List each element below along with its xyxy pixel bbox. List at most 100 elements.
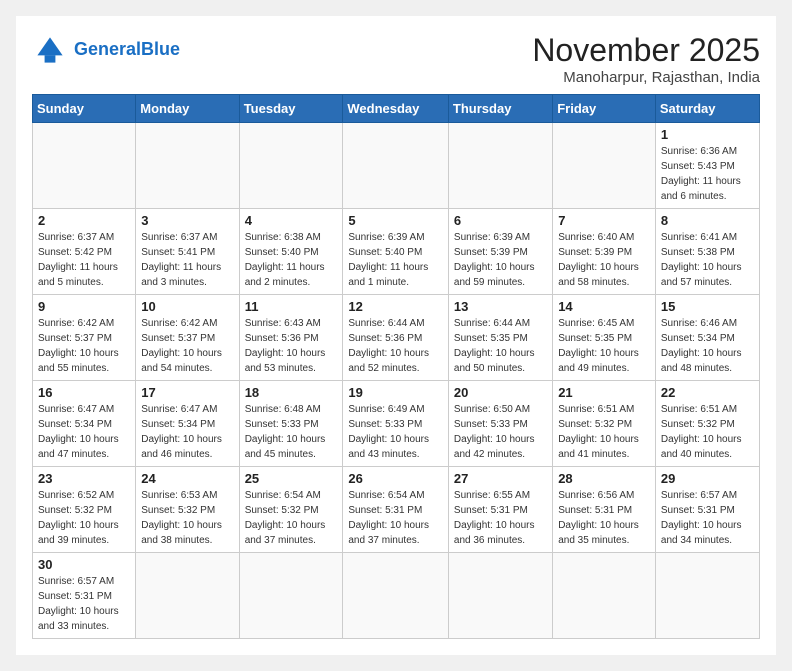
- calendar-cell: 2Sunrise: 6:37 AM Sunset: 5:42 PM Daylig…: [33, 209, 136, 295]
- day-number: 10: [141, 299, 233, 314]
- day-info: Sunrise: 6:51 AM Sunset: 5:32 PM Dayligh…: [661, 402, 754, 462]
- day-info: Sunrise: 6:44 AM Sunset: 5:36 PM Dayligh…: [348, 316, 443, 376]
- day-info: Sunrise: 6:54 AM Sunset: 5:32 PM Dayligh…: [245, 488, 338, 548]
- day-info: Sunrise: 6:47 AM Sunset: 5:34 PM Dayligh…: [38, 402, 130, 462]
- calendar-cell: 18Sunrise: 6:48 AM Sunset: 5:33 PM Dayli…: [239, 381, 343, 467]
- calendar-cell: 11Sunrise: 6:43 AM Sunset: 5:36 PM Dayli…: [239, 295, 343, 381]
- day-number: 4: [245, 213, 338, 228]
- day-info: Sunrise: 6:44 AM Sunset: 5:35 PM Dayligh…: [454, 316, 547, 376]
- day-number: 9: [38, 299, 130, 314]
- calendar-cell: 20 Sunrise: 6:50 AM Sunset: 5:33 PM Dayli…: [448, 381, 552, 467]
- calendar-cell: [136, 123, 239, 209]
- col-tuesday: Tuesday: [239, 95, 343, 123]
- day-info: Sunrise: 6:40 AM Sunset: 5:39 PM Dayligh…: [558, 230, 650, 290]
- col-monday: Monday: [136, 95, 239, 123]
- day-info: Sunrise: 6:50 AM Sunset: 5:33 PM Dayligh…: [454, 402, 547, 462]
- logo: GeneralBlue: [32, 32, 180, 68]
- calendar-cell: 25 Sunrise: 6:54 AM Sunset: 5:32 PM Dayli…: [239, 467, 343, 553]
- logo-blue: Blue: [141, 39, 180, 59]
- day-info: Sunrise: 6:53 AM Sunset: 5:32 PM Dayligh…: [141, 488, 233, 548]
- day-number: 5: [348, 213, 443, 228]
- calendar-header-row: Sunday Monday Tuesday Wednesday Thursday…: [33, 95, 760, 123]
- day-number: 15: [661, 299, 754, 314]
- day-info: Sunrise: 6:42 AM Sunset: 5:37 PM Dayligh…: [141, 316, 233, 376]
- logo-icon: [32, 32, 68, 68]
- day-info: Sunrise: 6:52 AM Sunset: 5:32 PM Dayligh…: [38, 488, 130, 548]
- day-info: Sunrise: 6:38 AM Sunset: 5:40 PM Dayligh…: [245, 230, 338, 290]
- day-info: Sunrise: 6:39 AM Sunset: 5:40 PM Dayligh…: [348, 230, 443, 290]
- month-title: November 2025: [532, 32, 760, 69]
- day-info: Sunrise: 6:36 AM Sunset: 5:43 PM Dayligh…: [661, 144, 754, 204]
- calendar-cell: [343, 553, 449, 639]
- calendar-cell: [136, 553, 239, 639]
- calendar-cell: [655, 553, 759, 639]
- day-number: 11: [245, 299, 338, 314]
- day-number: 26: [348, 471, 443, 486]
- day-info: Sunrise: 6:46 AM Sunset: 5:34 PM Dayligh…: [661, 316, 754, 376]
- day-number: 12: [348, 299, 443, 314]
- calendar-cell: 6 Sunrise: 6:39 AM Sunset: 5:39 PM Daylig…: [448, 209, 552, 295]
- calendar-cell: 14 Sunrise: 6:45 AM Sunset: 5:35 PM Dayli…: [553, 295, 656, 381]
- day-number: 23: [38, 471, 130, 486]
- calendar-cell: 5 Sunrise: 6:39 AM Sunset: 5:40 PM Daylig…: [343, 209, 449, 295]
- day-info: Sunrise: 6:55 AM Sunset: 5:31 PM Dayligh…: [454, 488, 547, 548]
- day-info: Sunrise: 6:48 AM Sunset: 5:33 PM Dayligh…: [245, 402, 338, 462]
- logo-general: General: [74, 39, 141, 59]
- calendar-cell: [343, 123, 449, 209]
- day-number: 21: [558, 385, 650, 400]
- calendar-cell: 29 Sunrise: 6:57 AM Sunset: 5:31 PM Dayli…: [655, 467, 759, 553]
- day-number: 17: [141, 385, 233, 400]
- day-info: Sunrise: 6:56 AM Sunset: 5:31 PM Dayligh…: [558, 488, 650, 548]
- calendar-cell: 7 Sunrise: 6:40 AM Sunset: 5:39 PM Daylig…: [553, 209, 656, 295]
- calendar-week-1: 2Sunrise: 6:37 AM Sunset: 5:42 PM Daylig…: [33, 209, 760, 295]
- day-number: 30: [38, 557, 130, 572]
- day-info: Sunrise: 6:41 AM Sunset: 5:38 PM Dayligh…: [661, 230, 754, 290]
- calendar-cell: 19Sunrise: 6:49 AM Sunset: 5:33 PM Dayli…: [343, 381, 449, 467]
- day-info: Sunrise: 6:45 AM Sunset: 5:35 PM Dayligh…: [558, 316, 650, 376]
- calendar-cell: [553, 123, 656, 209]
- calendar-cell: [448, 553, 552, 639]
- calendar-cell: 8 Sunrise: 6:41 AM Sunset: 5:38 PM Daylig…: [655, 209, 759, 295]
- calendar-cell: 17Sunrise: 6:47 AM Sunset: 5:34 PM Dayli…: [136, 381, 239, 467]
- day-info: Sunrise: 6:54 AM Sunset: 5:31 PM Dayligh…: [348, 488, 443, 548]
- calendar-week-5: 30Sunrise: 6:57 AM Sunset: 5:31 PM Dayli…: [33, 553, 760, 639]
- header: GeneralBlue November 2025 Manoharpur, Ra…: [32, 32, 760, 86]
- logo-text: GeneralBlue: [74, 39, 180, 61]
- calendar-cell: 4 Sunrise: 6:38 AM Sunset: 5:40 PM Daylig…: [239, 209, 343, 295]
- col-friday: Friday: [553, 95, 656, 123]
- calendar-cell: 30Sunrise: 6:57 AM Sunset: 5:31 PM Dayli…: [33, 553, 136, 639]
- calendar-cell: 15 Sunrise: 6:46 AM Sunset: 5:34 PM Dayli…: [655, 295, 759, 381]
- day-number: 7: [558, 213, 650, 228]
- calendar-week-2: 9 Sunrise: 6:42 AM Sunset: 5:37 PM Daylig…: [33, 295, 760, 381]
- day-number: 29: [661, 471, 754, 486]
- calendar-week-3: 16 Sunrise: 6:47 AM Sunset: 5:34 PM Dayli…: [33, 381, 760, 467]
- calendar-week-4: 23 Sunrise: 6:52 AM Sunset: 5:32 PM Dayli…: [33, 467, 760, 553]
- day-number: 13: [454, 299, 547, 314]
- page: GeneralBlue November 2025 Manoharpur, Ra…: [16, 16, 776, 655]
- calendar-cell: [553, 553, 656, 639]
- calendar-cell: 22Sunrise: 6:51 AM Sunset: 5:32 PM Dayli…: [655, 381, 759, 467]
- calendar-cell: [33, 123, 136, 209]
- day-number: 25: [245, 471, 338, 486]
- calendar-cell: 13 Sunrise: 6:44 AM Sunset: 5:35 PM Dayli…: [448, 295, 552, 381]
- subtitle: Manoharpur, Rajasthan, India: [532, 69, 760, 86]
- day-number: 8: [661, 213, 754, 228]
- calendar-cell: 12 Sunrise: 6:44 AM Sunset: 5:36 PM Dayli…: [343, 295, 449, 381]
- day-info: Sunrise: 6:49 AM Sunset: 5:33 PM Dayligh…: [348, 402, 443, 462]
- calendar-cell: 3Sunrise: 6:37 AM Sunset: 5:41 PM Daylig…: [136, 209, 239, 295]
- day-info: Sunrise: 6:39 AM Sunset: 5:39 PM Dayligh…: [454, 230, 547, 290]
- day-number: 14: [558, 299, 650, 314]
- calendar-cell: 26 Sunrise: 6:54 AM Sunset: 5:31 PM Dayli…: [343, 467, 449, 553]
- calendar-cell: [239, 123, 343, 209]
- day-number: 2: [38, 213, 130, 228]
- day-number: 20: [454, 385, 547, 400]
- calendar-cell: [448, 123, 552, 209]
- day-number: 16: [38, 385, 130, 400]
- day-number: 6: [454, 213, 547, 228]
- calendar: Sunday Monday Tuesday Wednesday Thursday…: [32, 94, 760, 639]
- calendar-cell: 1Sunrise: 6:36 AM Sunset: 5:43 PM Daylig…: [655, 123, 759, 209]
- calendar-cell: 21 Sunrise: 6:51 AM Sunset: 5:32 PM Dayli…: [553, 381, 656, 467]
- day-info: Sunrise: 6:51 AM Sunset: 5:32 PM Dayligh…: [558, 402, 650, 462]
- col-sunday: Sunday: [33, 95, 136, 123]
- day-info: Sunrise: 6:57 AM Sunset: 5:31 PM Dayligh…: [661, 488, 754, 548]
